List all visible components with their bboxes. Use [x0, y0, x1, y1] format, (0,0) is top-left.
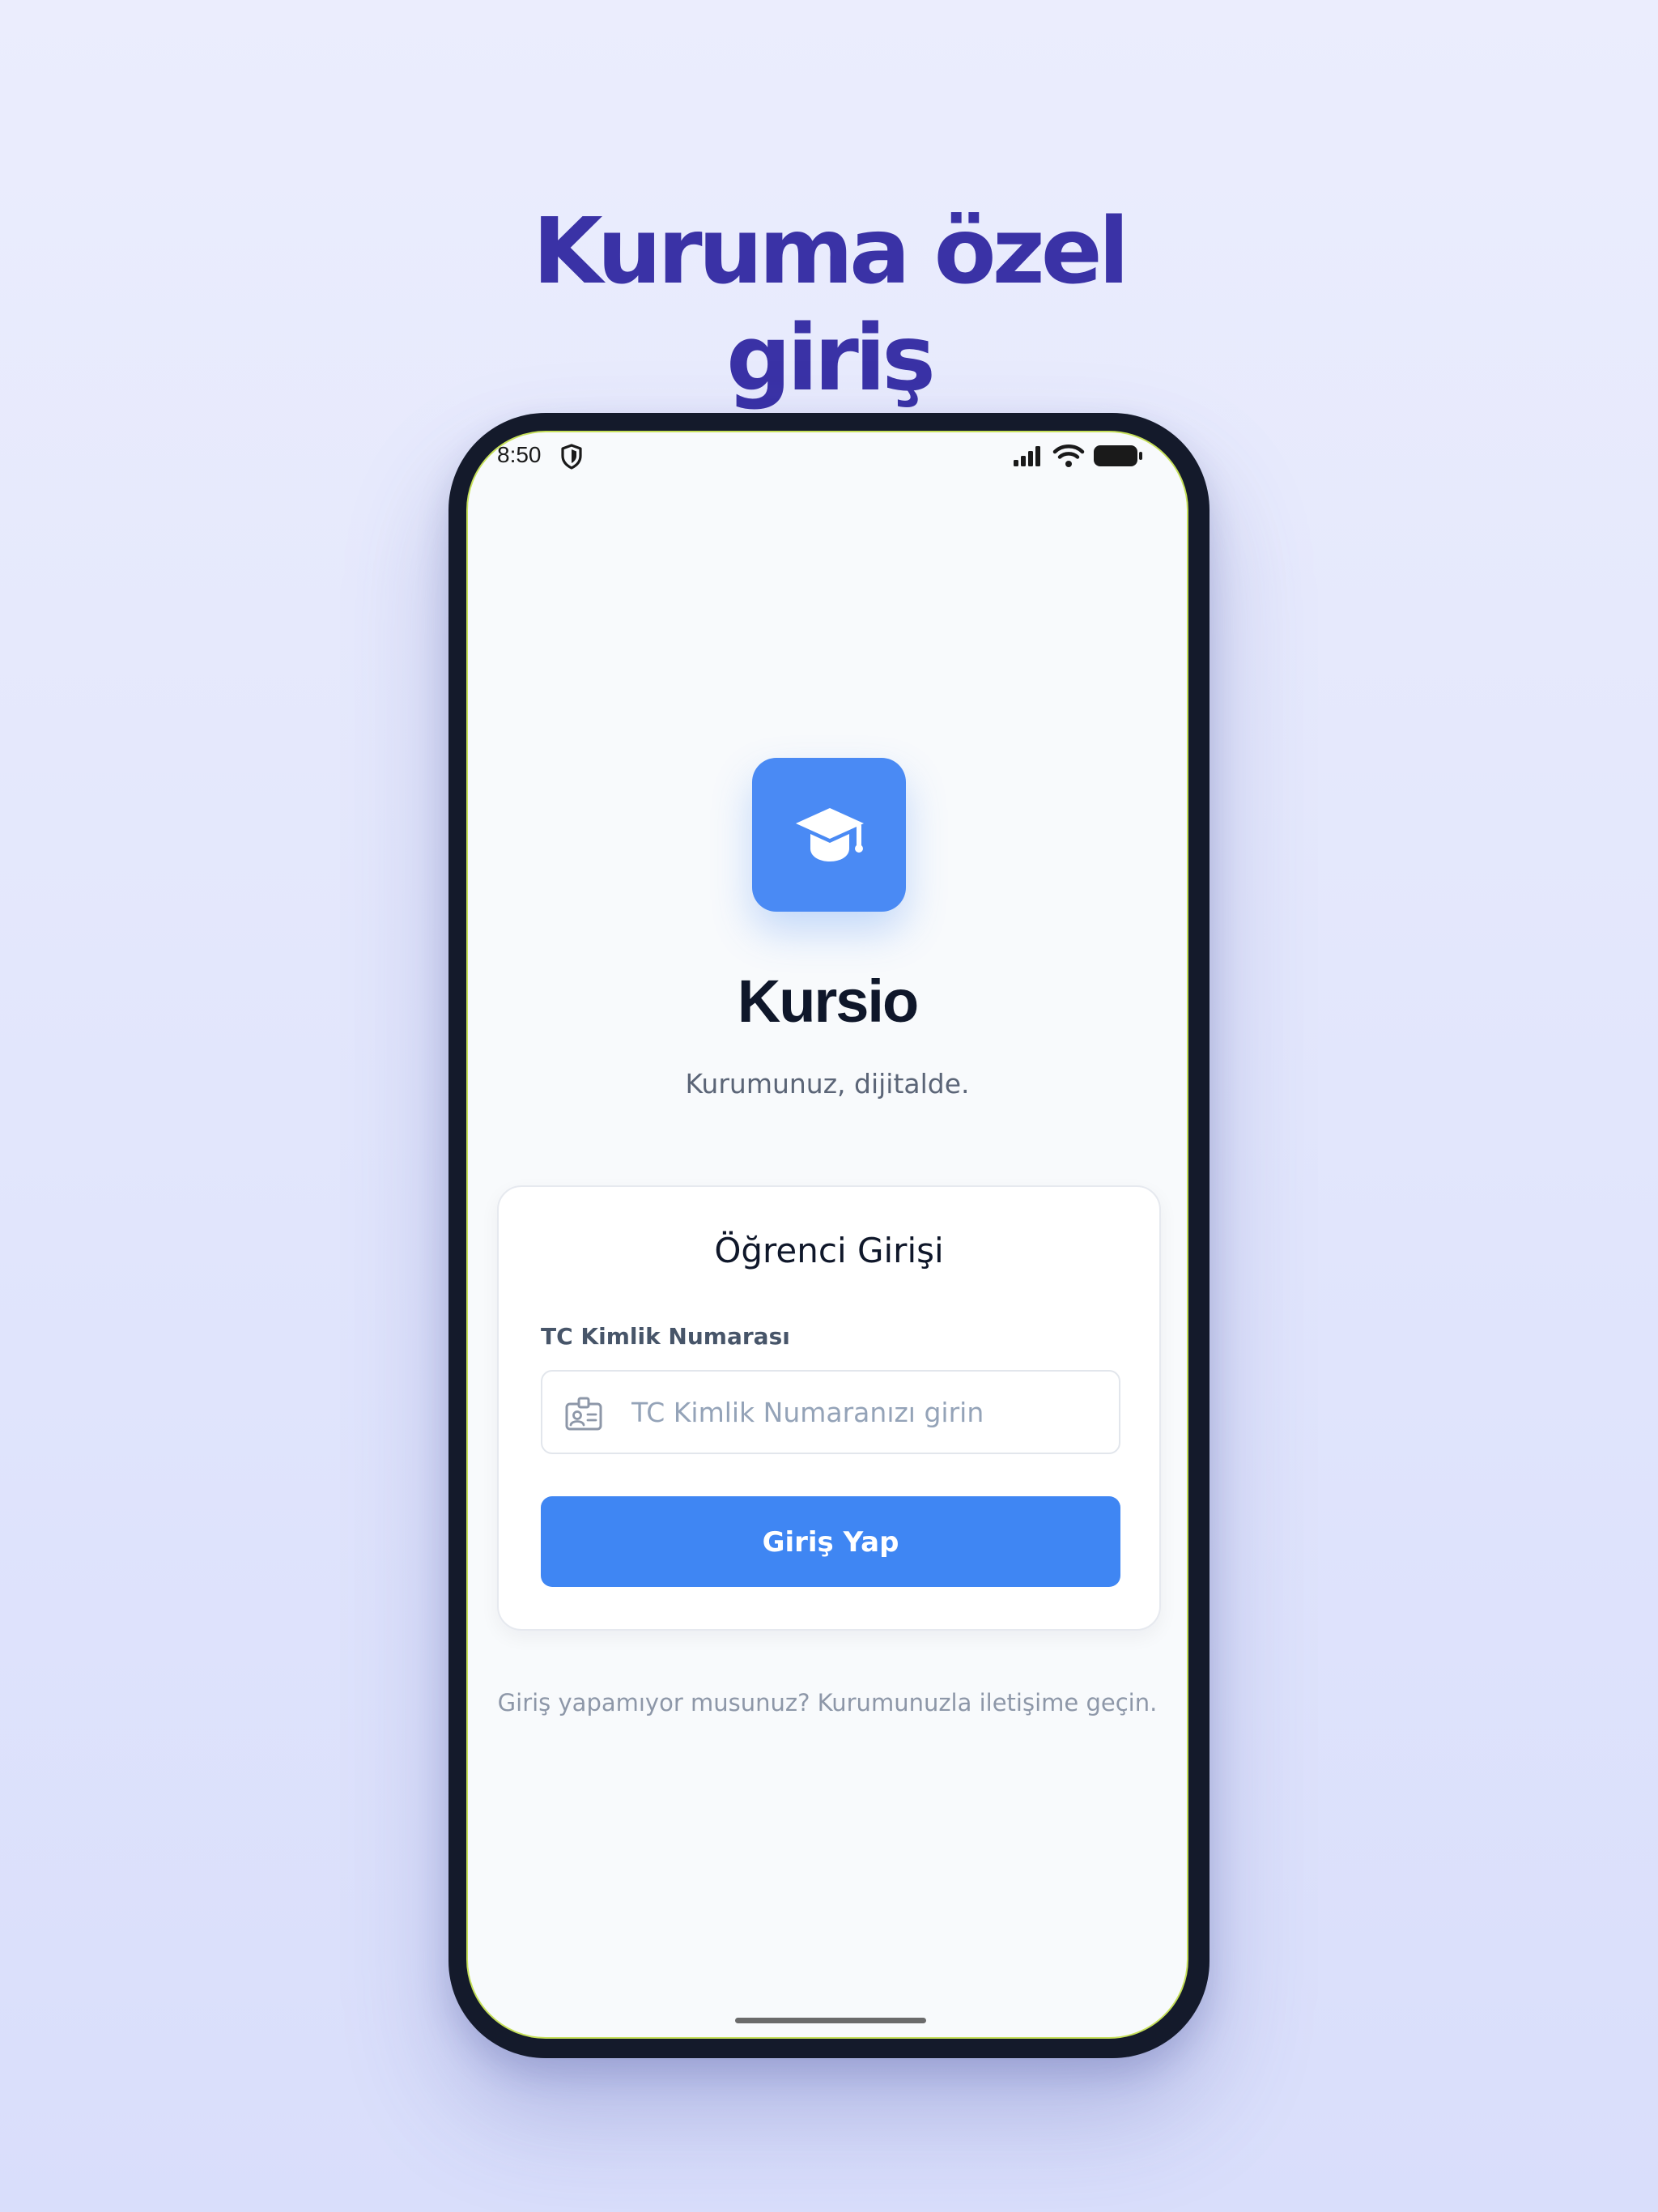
login-button[interactable]: Giriş Yap	[541, 1496, 1120, 1587]
tc-input-box[interactable]	[541, 1370, 1120, 1454]
graduation-cap-icon	[796, 808, 864, 861]
shield-icon	[561, 444, 582, 470]
headline-line-2: giriş	[726, 306, 936, 412]
wifi-icon	[1052, 445, 1085, 467]
card-title: Öğrenci Girişi	[714, 1231, 944, 1270]
promo-headline: Kuruma özel giriş	[0, 198, 1658, 412]
tc-kimlik-input[interactable]	[631, 1388, 1101, 1436]
headline-line-1: Kuruma özel	[532, 199, 1129, 305]
status-time: 8:50	[497, 442, 542, 467]
signal-icon	[1014, 446, 1040, 466]
id-card-icon	[565, 1397, 602, 1431]
app-name: Kursio	[737, 968, 919, 1035]
battery-icon	[1094, 445, 1142, 466]
phone-frame: 8:50 Kursio Kurumunuz, dijitalde. Öğrenc…	[449, 413, 1209, 2058]
login-card: Öğrenci Girişi TC Kimlik Numarası Giriş …	[497, 1185, 1161, 1631]
help-text: Giriş yapamıyor musunuz? Kurumunuzla ile…	[497, 1689, 1158, 1716]
status-bar: 8:50	[468, 432, 1187, 489]
home-indicator[interactable]	[735, 2018, 926, 2023]
tc-field-label: TC Kimlik Numarası	[541, 1323, 790, 1350]
app-logo	[752, 758, 906, 912]
phone-screen: 8:50 Kursio Kurumunuz, dijitalde. Öğrenc…	[466, 431, 1188, 2039]
app-tagline: Kurumunuz, dijitalde.	[685, 1068, 970, 1100]
